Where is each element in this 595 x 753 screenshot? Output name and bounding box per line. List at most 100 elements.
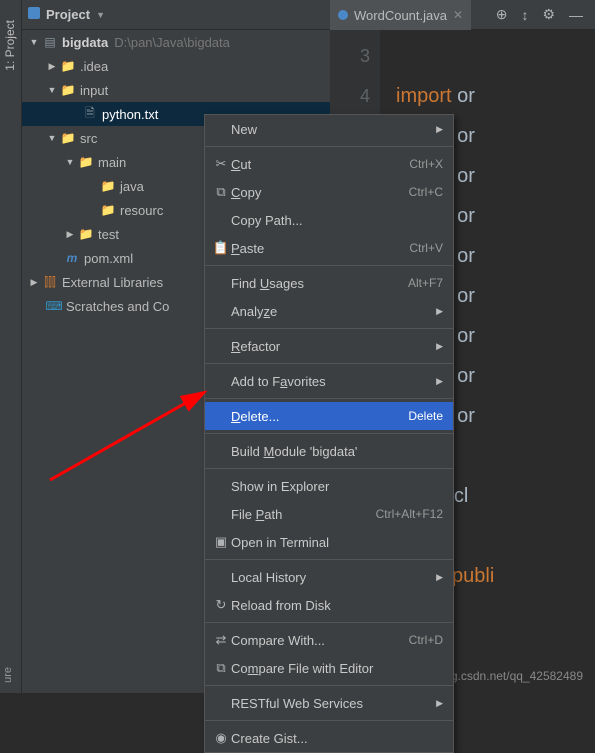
menu-item-new[interactable]: New ▶ [205,115,453,143]
locate-icon[interactable]: ⊕ [496,6,508,23]
tree-label: src [80,131,97,146]
menu-label: Copy [231,185,409,200]
tree-row-root[interactable]: ▼ ▤ bigdata D:\pan\Java\bigdata [22,30,330,54]
keyword: import [396,85,452,107]
project-toolbar: Project ▼ ⊕ ↕ ⚙ — [22,0,595,30]
expand-arrow-icon[interactable]: ▶ [46,61,58,72]
context-menu: New ▶ ✂ Cut Ctrl+X ⧉ Copy Ctrl+C Copy Pa… [204,114,454,753]
menu-item-compare-file[interactable]: ⧉ Compare File with Editor [205,654,453,682]
menu-item-local-history[interactable]: Local History ▶ [205,563,453,591]
clipboard-icon: 📋 [211,240,231,256]
code-text: or [457,405,475,427]
menu-label: Open in Terminal [231,535,443,550]
menu-item-find-usages[interactable]: Find Usages Alt+F7 [205,269,453,297]
code-text: or [457,285,475,307]
menu-item-create-gist[interactable]: ◉ Create Gist... [205,724,453,752]
line-number: 4 [330,76,370,116]
tool-window-stripe[interactable]: 1: Project [0,0,22,693]
menu-shortcut: Ctrl+V [409,241,443,255]
line-number: 3 [330,36,370,76]
tree-label: bigdata [62,35,108,50]
scissors-icon: ✂ [211,156,231,172]
tree-label: .idea [80,59,108,74]
copy-icon: ⧉ [211,184,231,200]
tree-label: java [120,179,144,194]
bottom-tool-label[interactable]: ure [2,667,14,683]
menu-separator [205,363,453,364]
menu-label: Analyze [231,304,436,319]
tree-row[interactable]: ▼ 📁 input [22,78,330,102]
submenu-arrow-icon: ▶ [436,376,443,387]
menu-item-cut[interactable]: ✂ Cut Ctrl+X [205,150,453,178]
menu-label: Local History [231,570,436,585]
tree-label: main [98,155,126,170]
expand-icon[interactable]: ↕ [521,7,528,23]
code-text: or [457,245,475,267]
expand-arrow-icon[interactable]: ▼ [46,133,58,143]
project-view-selector[interactable]: Project ▼ [46,7,105,22]
menu-separator [205,328,453,329]
expand-arrow-icon[interactable]: ▼ [64,157,76,167]
expand-arrow-icon[interactable]: ▼ [46,85,58,95]
folder-icon: 📁 [60,58,76,74]
menu-item-show-explorer[interactable]: Show in Explorer [205,472,453,500]
menu-item-paste[interactable]: 📋 Paste Ctrl+V [205,234,453,262]
menu-label: Paste [231,241,409,256]
expand-arrow-icon[interactable]: ▶ [64,229,76,240]
menu-item-add-favorites[interactable]: Add to Favorites ▶ [205,367,453,395]
resources-folder-icon: 📁 [100,202,116,218]
menu-item-refactor[interactable]: Refactor ▶ [205,332,453,360]
menu-item-file-path[interactable]: File Path Ctrl+Alt+F12 [205,500,453,528]
reload-icon: ↻ [211,597,231,613]
compare-icon: ⧉ [211,660,231,676]
maven-icon: m [64,250,80,266]
menu-shortcut: Ctrl+Alt+F12 [376,507,443,521]
code-text: or [457,365,475,387]
menu-shortcut: Ctrl+C [409,185,443,199]
close-icon[interactable]: ✕ [453,8,463,22]
menu-separator [205,559,453,560]
menu-label: Add to Favorites [231,374,436,389]
compare-icon: ⇄ [211,632,231,648]
menu-label: New [231,122,436,137]
minimize-icon[interactable]: — [569,7,583,23]
github-icon: ◉ [211,730,231,746]
submenu-arrow-icon: ▶ [436,698,443,709]
menu-item-delete[interactable]: Delete... Delete [205,402,453,430]
menu-item-copy[interactable]: ⧉ Copy Ctrl+C [205,178,453,206]
project-title: Project [46,7,90,22]
code-text: cl [454,485,468,507]
folder-icon: 📁 [78,154,94,170]
tree-label: test [98,227,119,242]
tree-label: python.txt [102,107,158,122]
expand-arrow-icon[interactable]: ▶ [28,277,40,288]
tree-row[interactable]: ▶ 📁 .idea [22,54,330,78]
source-folder-icon: 📁 [60,130,76,146]
tree-label: pom.xml [84,251,133,266]
menu-item-build-module[interactable]: Build Module 'bigdata' [205,437,453,465]
menu-item-open-terminal[interactable]: ▣ Open in Terminal [205,528,453,556]
editor-tab[interactable]: WordCount.java ✕ [330,0,471,30]
menu-item-restful[interactable]: RESTful Web Services ▶ [205,689,453,717]
menu-label: Reload from Disk [231,598,443,613]
menu-item-reload[interactable]: ↻ Reload from Disk [205,591,453,619]
folder-icon: 📁 [60,82,76,98]
keyword: publi [452,565,494,587]
java-class-icon [338,10,348,20]
tree-label: External Libraries [62,275,163,290]
code-text: or [457,165,475,187]
menu-label: Show in Explorer [231,479,443,494]
gear-icon[interactable]: ⚙ [542,6,555,23]
menu-label: File Path [231,507,376,522]
expand-arrow-icon[interactable]: ▼ [28,37,40,47]
menu-shortcut: Ctrl+D [409,633,443,647]
tree-label: input [80,83,108,98]
project-tool-tab[interactable]: 1: Project [3,20,17,71]
menu-label: Compare With... [231,633,409,648]
menu-item-analyze[interactable]: Analyze ▶ [205,297,453,325]
menu-item-compare-with[interactable]: ⇄ Compare With... Ctrl+D [205,626,453,654]
source-folder-icon: 📁 [100,178,116,194]
menu-item-copy-path[interactable]: Copy Path... [205,206,453,234]
menu-label: Compare File with Editor [231,661,443,676]
project-icon [26,5,42,24]
